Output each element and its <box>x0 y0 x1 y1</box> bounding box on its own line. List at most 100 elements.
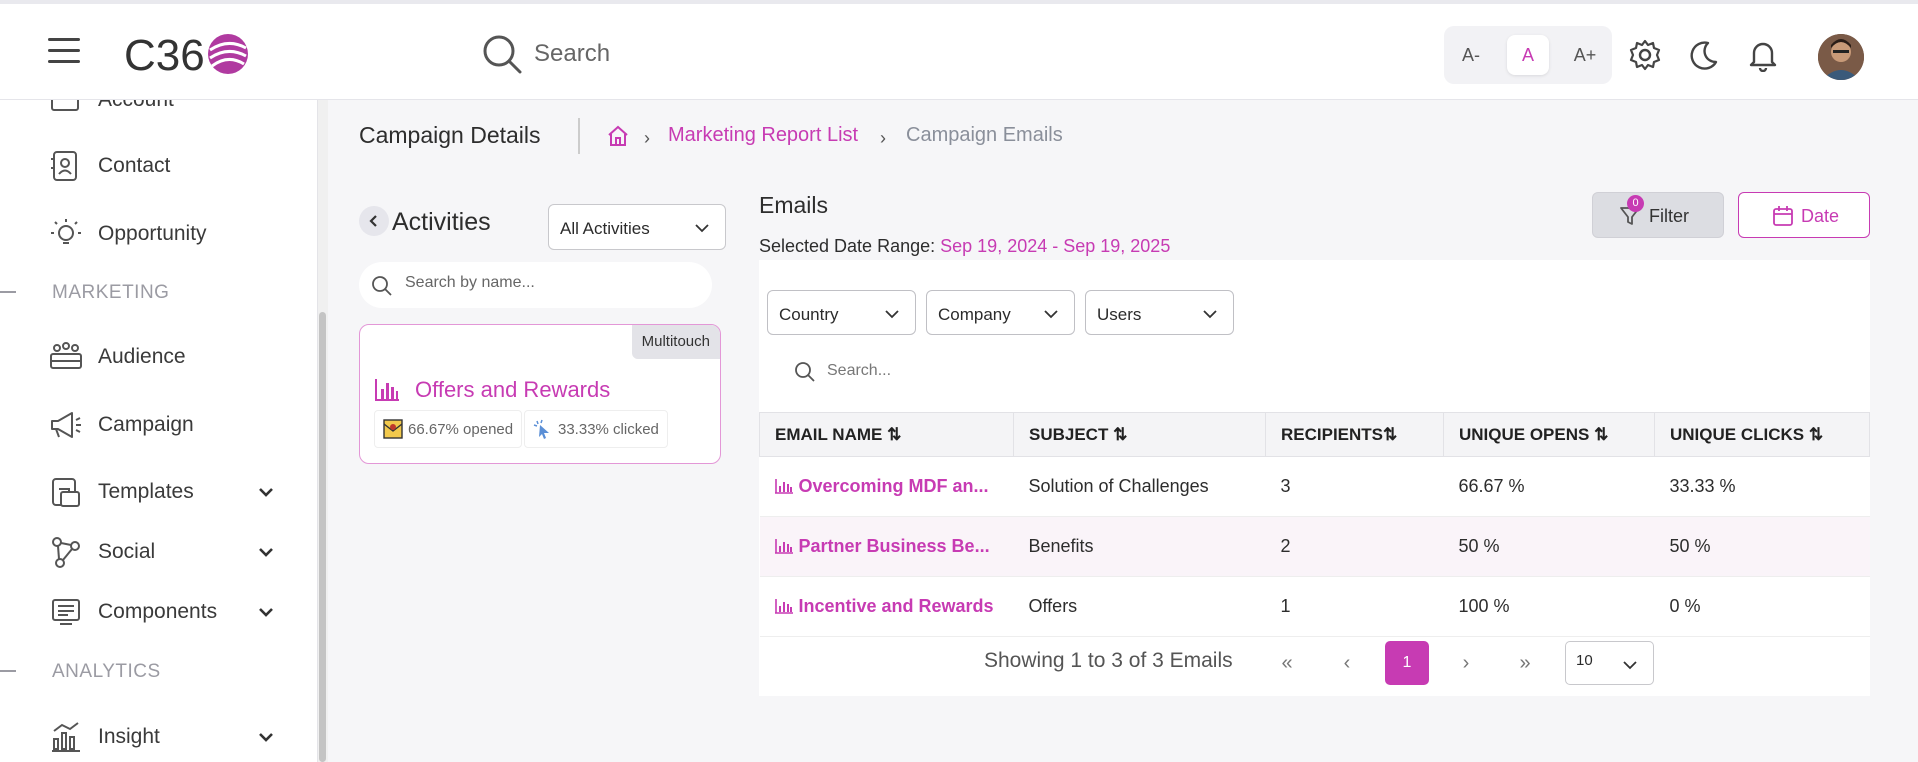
sidebar-item-campaign[interactable]: Campaign <box>48 403 288 447</box>
activities-filter-select[interactable]: All Activities <box>548 204 726 250</box>
date-button[interactable]: Date <box>1738 192 1870 238</box>
clicked-stat-label: 33.33% clicked <box>558 420 659 438</box>
search-icon <box>795 362 815 382</box>
prev-page-button[interactable]: ‹ <box>1327 643 1367 683</box>
chevron-down-icon <box>259 608 273 617</box>
section-divider <box>0 670 16 672</box>
sidebar-item-label: Contact <box>98 154 171 177</box>
sidebar-item-opportunity[interactable]: Opportunity <box>48 212 288 256</box>
bar-chart-icon <box>375 379 399 401</box>
col-recipients[interactable]: RECIPIENTS⇅ <box>1265 412 1444 457</box>
recipients-cell: 1 <box>1265 576 1444 637</box>
col-email-name[interactable]: EMAIL NAME ⇅ <box>759 412 1014 457</box>
bar-chart-icon <box>774 539 793 554</box>
country-dropdown-label: Country <box>779 305 839 324</box>
sidebar: Account Contact Opportunity MARKETING Au… <box>0 100 318 762</box>
sidebar-item-audience[interactable]: Audience <box>48 335 288 379</box>
activities-title: Activities <box>392 208 491 236</box>
logo[interactable]: C36 <box>124 24 254 84</box>
next-page-button[interactable]: › <box>1446 643 1486 683</box>
gear-icon[interactable] <box>1628 38 1662 72</box>
font-decrease-button[interactable]: A- <box>1450 35 1492 75</box>
column-label: UNIQUE OPENS <box>1459 424 1590 444</box>
users-dropdown[interactable]: Users <box>1085 290 1234 335</box>
sidebar-item-templates[interactable]: Templates <box>48 470 288 514</box>
filter-button-label: Filter <box>1649 206 1689 226</box>
clicks-cell: 0 % <box>1654 576 1870 637</box>
page-button-current[interactable]: 1 <box>1385 641 1429 685</box>
users-dropdown-label: Users <box>1097 305 1142 324</box>
breadcrumb-link[interactable]: Marketing Report List <box>668 124 858 147</box>
insight-icon <box>52 722 80 752</box>
audience-icon <box>50 342 82 369</box>
company-dropdown[interactable]: Company <box>926 290 1075 335</box>
back-button[interactable] <box>359 206 389 236</box>
moon-icon[interactable] <box>1686 38 1720 72</box>
breadcrumb-chevron-icon: › <box>644 128 650 148</box>
per-page-select[interactable]: 10 <box>1565 641 1654 685</box>
opens-cell: 66.67 % <box>1443 456 1655 517</box>
recipients-cell: 2 <box>1265 516 1444 577</box>
font-normal-button[interactable]: A <box>1507 35 1549 75</box>
email-name: Overcoming MDF an... <box>798 476 989 496</box>
col-unique-opens[interactable]: UNIQUE OPENS ⇅ <box>1443 412 1655 457</box>
clicks-cell: 50 % <box>1654 516 1870 577</box>
filter-count-badge: 0 <box>1627 195 1644 212</box>
sidebar-item-insight[interactable]: Insight <box>48 715 288 759</box>
column-label: EMAIL NAME <box>775 424 883 444</box>
email-name-link[interactable]: Overcoming MDF an... <box>759 456 1014 517</box>
breadcrumb-divider <box>578 118 580 154</box>
section-divider <box>0 291 16 293</box>
breadcrumb-chevron-icon: › <box>880 128 886 148</box>
filter-button[interactable]: 0 Filter <box>1592 192 1724 238</box>
subject-cell: Solution of Challenges <box>1013 456 1266 517</box>
email-name-link[interactable]: Incentive and Rewards <box>759 576 1014 637</box>
font-increase-button[interactable]: A+ <box>1564 35 1606 75</box>
page-title: Campaign Details <box>359 122 541 148</box>
activities-search-input[interactable] <box>405 274 695 292</box>
sidebar-item-contact[interactable]: Contact <box>48 144 288 188</box>
home-icon[interactable] <box>606 124 630 148</box>
chevron-down-icon <box>259 733 273 742</box>
sidebar-item-components[interactable]: Components <box>48 590 288 634</box>
chevron-down-icon <box>885 310 899 319</box>
col-unique-clicks[interactable]: UNIQUE CLICKS ⇅ <box>1654 412 1870 457</box>
emails-title: Emails <box>759 192 829 218</box>
sidebar-item-account[interactable]: Account <box>48 100 288 122</box>
sidebar-scrollbar-thumb[interactable] <box>319 312 326 762</box>
sort-icon: ⇅ <box>1808 424 1824 444</box>
bar-chart-icon <box>774 479 793 494</box>
column-label: RECIPIENTS <box>1281 424 1384 444</box>
activity-card[interactable]: Multitouch Offers and Rewards 66.67% ope… <box>359 324 721 464</box>
chevron-down-icon <box>695 224 709 233</box>
font-size-toggle: A- A A+ <box>1444 26 1612 84</box>
chevron-down-icon <box>1623 661 1637 670</box>
table-row: Incentive and Rewards Offers 1 100 % 0 % <box>759 576 1870 637</box>
col-subject[interactable]: SUBJECT ⇅ <box>1013 412 1266 457</box>
global-search-input[interactable] <box>534 34 1034 74</box>
chevron-down-icon <box>259 548 273 557</box>
bell-icon[interactable] <box>1746 38 1780 72</box>
emails-search-input[interactable] <box>827 362 1157 380</box>
sidebar-item-social[interactable]: Social <box>48 530 288 574</box>
table-header-row: EMAIL NAME ⇅ SUBJECT ⇅ RECIPIENTS⇅ UNIQU… <box>759 412 1870 457</box>
emails-table: EMAIL NAME ⇅ SUBJECT ⇅ RECIPIENTS⇅ UNIQU… <box>759 412 1870 637</box>
activity-card-title: Offers and Rewards <box>415 377 611 402</box>
user-avatar[interactable] <box>1818 34 1864 80</box>
email-name-link[interactable]: Partner Business Be... <box>759 516 1014 577</box>
table-row: Overcoming MDF an... Solution of Challen… <box>759 456 1870 517</box>
column-label: UNIQUE CLICKS <box>1670 424 1805 444</box>
menu-icon[interactable] <box>48 38 80 64</box>
first-page-button[interactable]: « <box>1267 643 1307 683</box>
sidebar-item-label: Social <box>98 540 156 563</box>
sidebar-item-label: Templates <box>98 480 194 503</box>
subject-cell: Offers <box>1013 576 1266 637</box>
date-range-label: Selected Date Range: <box>759 236 936 256</box>
chevron-left-icon <box>369 215 377 227</box>
opened-stat: 66.67% opened <box>374 410 523 448</box>
subject-cell: Benefits <box>1013 516 1266 577</box>
country-dropdown[interactable]: Country <box>767 290 916 335</box>
account-icon <box>51 100 79 111</box>
last-page-button[interactable]: » <box>1505 643 1545 683</box>
column-label: SUBJECT <box>1029 424 1109 444</box>
